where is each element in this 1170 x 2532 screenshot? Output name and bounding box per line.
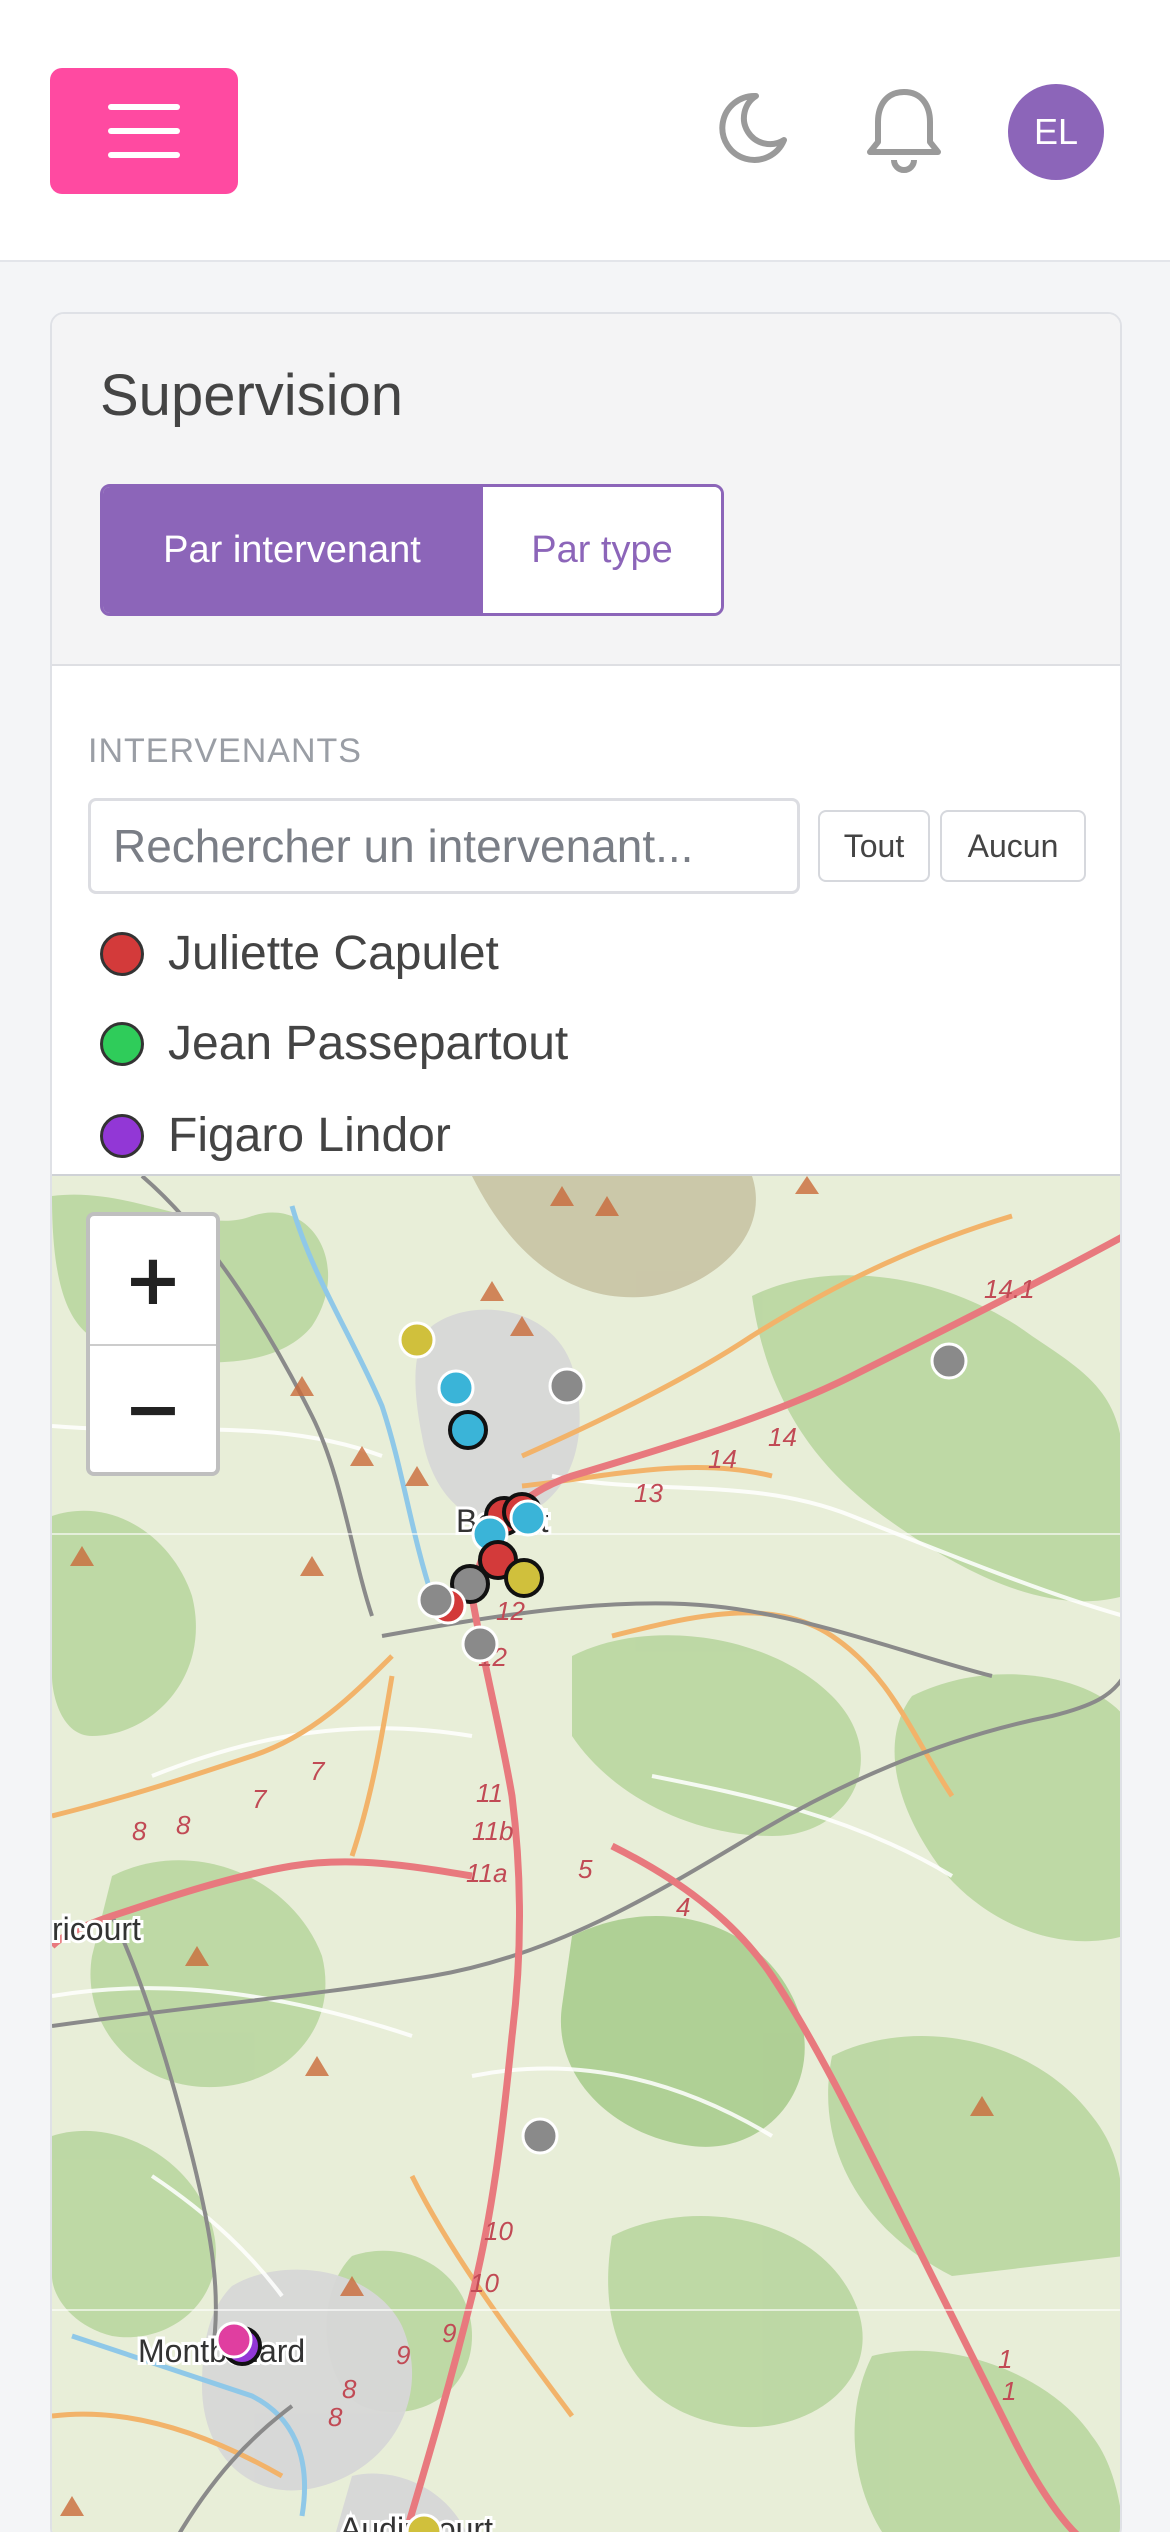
- map-marker: [417, 1581, 455, 1619]
- map-marker: [461, 1625, 499, 1663]
- zoom-control: + −: [86, 1212, 220, 1476]
- moon-icon[interactable]: [712, 88, 792, 168]
- road-label: 8: [328, 2402, 343, 2432]
- road-label: 14: [768, 1422, 797, 1452]
- road-label: 1: [1002, 2376, 1016, 2406]
- map-marker: [509, 1499, 547, 1537]
- road-label: 7: [252, 1784, 268, 1814]
- road-label: 9: [442, 2318, 456, 2348]
- color-dot: [100, 1021, 144, 1066]
- zoom-in-button[interactable]: +: [90, 1216, 216, 1344]
- road-label: 1: [998, 2344, 1012, 2374]
- select-all-button[interactable]: Tout: [818, 810, 930, 882]
- section-label: INTERVENANTS: [88, 732, 362, 770]
- map-marker: [437, 1369, 475, 1407]
- map-marker: [504, 1558, 544, 1598]
- avatar[interactable]: EL: [1008, 84, 1104, 180]
- list-item[interactable]: Figaro Lindor: [100, 1108, 451, 1163]
- road-label: 8: [132, 1816, 147, 1846]
- map[interactable]: 14.1 14 14 13 12 12 11 11b 11a 7 7 8 8 5…: [52, 1174, 1120, 2532]
- color-dot: [100, 931, 144, 976]
- tab-par-intervenant[interactable]: Par intervenant: [103, 487, 481, 613]
- road-label: 14.1: [984, 1274, 1035, 1304]
- road-label: 8: [176, 1810, 191, 1840]
- menu-icon-line: [108, 152, 180, 158]
- select-none-button[interactable]: Aucun: [940, 810, 1086, 882]
- road-label: 11: [476, 1778, 503, 1808]
- road-label: 5: [578, 1854, 593, 1884]
- list-item[interactable]: Jean Passepartout: [100, 1016, 568, 1071]
- road-label: 14: [708, 1444, 737, 1474]
- person-name: Jean Passepartout: [168, 1017, 569, 1070]
- map-marker: [930, 1342, 968, 1380]
- map-marker: [215, 2321, 253, 2359]
- road-label: 7: [310, 1756, 326, 1786]
- road-label: 12: [496, 1596, 525, 1626]
- tab-par-type[interactable]: Par type: [481, 487, 721, 613]
- menu-icon-line: [108, 128, 180, 134]
- road-label: 11a: [466, 1858, 507, 1888]
- map-marker: [521, 2117, 559, 2155]
- card-header: Supervision Par intervenant Par type: [52, 314, 1120, 666]
- person-name: Juliette Capulet: [168, 927, 499, 980]
- menu-icon-line: [108, 104, 180, 110]
- map-marker: [548, 1367, 586, 1405]
- road-label: 10: [484, 2216, 513, 2246]
- list-item[interactable]: Juliette Capulet: [100, 926, 499, 981]
- road-label: 9: [396, 2340, 410, 2370]
- zoom-out-button[interactable]: −: [90, 1344, 216, 1472]
- view-toggle: Par intervenant Par type: [100, 484, 724, 616]
- search-input[interactable]: [88, 798, 800, 894]
- color-dot: [100, 1113, 144, 1158]
- road-label: 10: [470, 2268, 499, 2298]
- road-label: 8: [342, 2374, 357, 2404]
- supervision-card: Supervision Par intervenant Par type INT…: [50, 312, 1122, 2532]
- place-label-hericourt: ricourt: [52, 1911, 141, 1947]
- road-label: 11b: [472, 1816, 513, 1846]
- road-label: 13: [634, 1478, 663, 1508]
- person-name: Figaro Lindor: [168, 1109, 451, 1162]
- page-title: Supervision: [100, 363, 404, 428]
- top-bar: EL: [0, 0, 1170, 262]
- map-marker: [398, 1321, 436, 1359]
- bell-icon[interactable]: [862, 84, 946, 176]
- menu-button[interactable]: [50, 68, 238, 194]
- map-marker: [448, 1410, 488, 1450]
- road-label: 4: [676, 1892, 690, 1922]
